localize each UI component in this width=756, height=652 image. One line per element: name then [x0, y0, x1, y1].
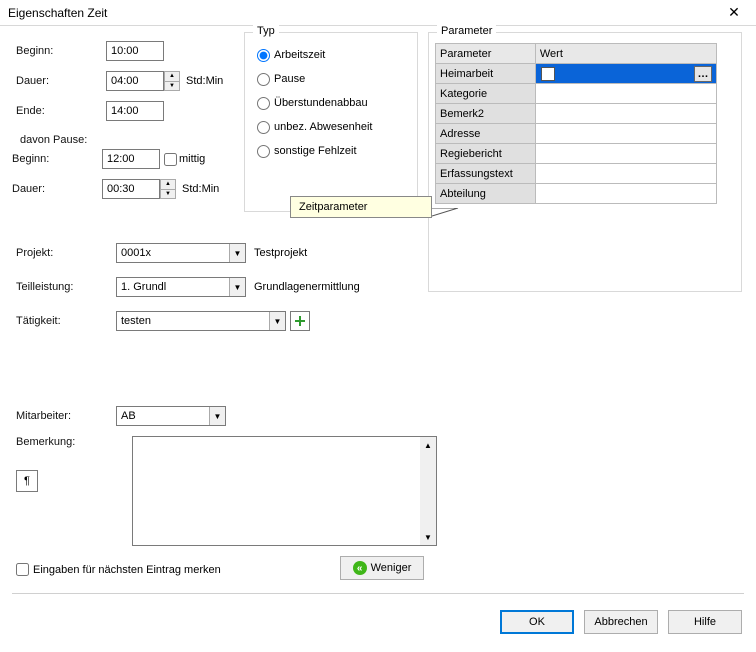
separator	[12, 593, 744, 594]
ende-label: Ende:	[16, 105, 106, 117]
projekt-combo[interactable]: 0001x▼	[116, 243, 246, 263]
mitarbeiter-combo[interactable]: AB▼	[116, 406, 226, 426]
beginn-input[interactable]: 10:00	[106, 41, 164, 61]
mittig-checkbox[interactable]: mittig	[164, 153, 205, 166]
tooltip: Zeitparameter	[290, 196, 432, 218]
teilleistung-combo[interactable]: 1. Grundl▼	[116, 277, 246, 297]
heimarbeit-checkbox[interactable]	[541, 67, 555, 81]
taetigkeit-label: Tätigkeit:	[16, 315, 116, 327]
typ-option-arbeitszeit[interactable]: Arbeitszeit	[245, 43, 417, 67]
table-row[interactable]: Abteilung	[436, 184, 717, 204]
pause-beginn-label: Beginn:	[12, 153, 102, 165]
chevron-down-icon[interactable]: ▼	[229, 244, 245, 262]
projekt-block: Projekt: 0001x▼ Testprojekt Teilleistung…	[16, 242, 426, 344]
col-wert[interactable]: Wert	[535, 44, 716, 64]
pause-dauer-spinner[interactable]: ▲▼	[160, 179, 176, 199]
pause-legend: davon Pause:	[20, 134, 87, 146]
table-row[interactable]: Erfassungstext	[436, 164, 717, 184]
typ-option-ueberstunden[interactable]: Überstundenabbau	[245, 91, 417, 115]
dauer-label: Dauer:	[16, 75, 106, 87]
weniger-button[interactable]: « Weniger	[340, 556, 424, 580]
table-row[interactable]: Adresse	[436, 124, 717, 144]
typ-group: Typ Arbeitszeit Pause Überstundenabbau u…	[244, 32, 418, 212]
pause-dauer-input[interactable]: 00:30	[102, 179, 160, 199]
projekt-label: Projekt:	[16, 247, 116, 259]
parameter-group: Parameter ParameterWert Heimarbeit … Kat…	[428, 32, 742, 292]
chevron-down-icon[interactable]: ▼	[229, 278, 245, 296]
chevron-down-icon[interactable]: ▼	[269, 312, 285, 330]
window-title: Eigenschaften Zeit	[8, 6, 107, 20]
dauer-spinner[interactable]: ▲▼	[164, 71, 180, 91]
scrollbar[interactable]: ▲▼	[420, 437, 436, 545]
typ-legend: Typ	[253, 25, 279, 37]
bemerkung-label: Bemerkung:	[16, 436, 116, 448]
titlebar: Eigenschaften Zeit ✕	[0, 0, 756, 26]
table-row[interactable]: Heimarbeit …	[436, 64, 717, 84]
beginn-label: Beginn:	[16, 45, 106, 57]
parameter-legend: Parameter	[437, 25, 496, 37]
pause-dauer-label: Dauer:	[12, 183, 102, 195]
typ-option-pause[interactable]: Pause	[245, 67, 417, 91]
footer-buttons: OK Abbrechen Hilfe	[500, 610, 742, 634]
hilfe-button[interactable]: Hilfe	[668, 610, 742, 634]
dauer-input[interactable]: 04:00	[106, 71, 164, 91]
col-parameter[interactable]: Parameter	[436, 44, 536, 64]
bemerkung-textarea[interactable]: ▲▼	[132, 436, 437, 546]
add-button[interactable]	[290, 311, 310, 331]
pause-dauer-unit: Std:Min	[182, 183, 219, 195]
projekt-text: Testprojekt	[254, 247, 307, 259]
ende-input[interactable]: 14:00	[106, 101, 164, 121]
table-row[interactable]: Kategorie	[436, 84, 717, 104]
taetigkeit-combo[interactable]: testen▼	[116, 311, 286, 331]
pause-group: davon Pause: Beginn: 12:00 mittig Dauer:…	[12, 136, 232, 208]
pause-beginn-input[interactable]: 12:00	[102, 149, 160, 169]
chevron-down-icon[interactable]: ▼	[209, 407, 225, 425]
teilleistung-label: Teilleistung:	[16, 281, 116, 293]
collapse-icon: «	[353, 561, 367, 575]
table-row[interactable]: Regiebericht	[436, 144, 717, 164]
heimarbeit-more-button[interactable]: …	[694, 66, 712, 82]
time-group: Beginn: 10:00 Dauer: 04:00 ▲▼ Std:Min En…	[16, 40, 226, 130]
close-button[interactable]: ✕	[712, 0, 756, 26]
mitarbeiter-label: Mitarbeiter:	[16, 410, 116, 422]
table-row[interactable]: Bemerk2	[436, 104, 717, 124]
pilcrow-button[interactable]: ¶	[16, 470, 38, 492]
parameter-table: ParameterWert Heimarbeit … Kategorie Bem…	[435, 43, 717, 204]
ok-button[interactable]: OK	[500, 610, 574, 634]
dauer-unit: Std:Min	[186, 75, 223, 87]
teilleistung-text: Grundlagenermittlung	[254, 281, 360, 293]
abbrechen-button[interactable]: Abbrechen	[584, 610, 658, 634]
mitarbeiter-row: Mitarbeiter: AB▼	[16, 406, 226, 426]
typ-option-unbez[interactable]: unbez. Abwesenheit	[245, 115, 417, 139]
bemerkung-row: Bemerkung: ¶ ▲▼	[16, 436, 426, 492]
plus-icon	[294, 315, 306, 327]
typ-option-sonstige[interactable]: sonstige Fehlzeit	[245, 139, 417, 163]
remember-checkbox[interactable]: Eingaben für nächsten Eintrag merken	[16, 563, 221, 576]
